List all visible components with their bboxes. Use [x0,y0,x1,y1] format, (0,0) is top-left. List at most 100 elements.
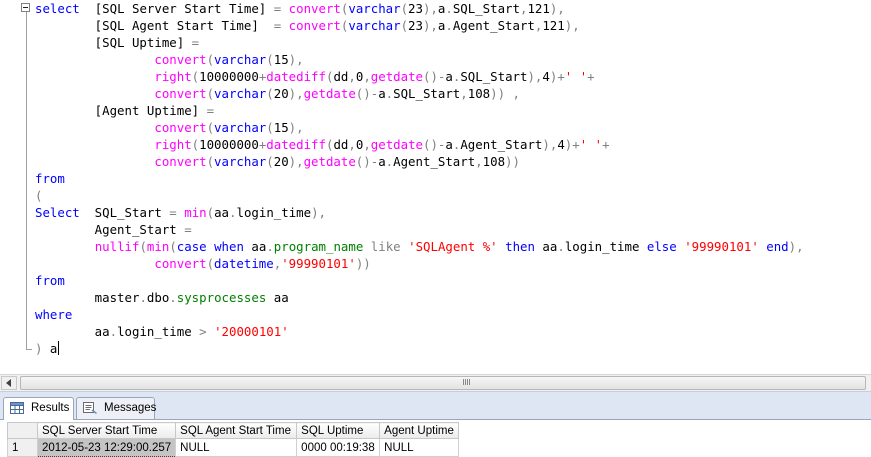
code-token: , [460,86,468,101]
code-token: ( [400,1,409,16]
table-row[interactable]: 1 2012-05-23 12:29:00.257 NULL 0000 00:1… [7,438,460,457]
code-token: . [445,18,453,33]
code-token: )) [355,256,371,271]
column-header-sql-uptime[interactable]: SQL Uptime [296,422,381,439]
code-token: , [348,69,356,84]
code-token: ), [527,69,543,84]
code-token: ), [564,18,580,33]
cell-sql-agent-start-time[interactable]: NULL [175,438,298,457]
row-number-header[interactable] [7,422,38,439]
code-token: , [512,86,520,101]
code-token: sysprocesses [176,290,267,305]
code-token: [SQL Server Start Time] [94,1,274,16]
code-token: ( [400,18,409,33]
scrollbar-grip-icon [463,379,470,385]
code-token: ), [288,120,304,135]
code-line[interactable]: Agent_Start = [35,221,804,238]
code-token: [Agent Uptime] [35,103,207,118]
code-line[interactable]: right(10000000+datediff(dd,0,getdate()-a… [35,136,804,153]
code-token: aa [243,239,267,254]
code-line[interactable]: [SQL Uptime] = [35,34,804,51]
code-token: = [191,35,200,50]
code-line[interactable]: where [35,306,804,323]
results-grid[interactable]: SQL Server Start Time SQL Agent Start Ti… [0,419,871,457]
code-token: convert [288,1,341,16]
code-token: login_time [564,239,647,254]
code-token: ()- [355,86,379,101]
code-line[interactable]: convert(varchar(20),getdate()-a.Agent_St… [35,153,804,170]
code-line[interactable]: Select SQL_Start = min(aa.login_time), [35,204,804,221]
code-token: getdate [303,154,356,169]
code-token: getdate [370,137,423,152]
scrollbar-thumb[interactable] [20,376,866,390]
row-number[interactable]: 1 [7,438,38,457]
code-line[interactable]: ( [35,187,804,204]
messages-icon [83,402,97,414]
code-token: right [154,137,192,152]
column-header-sql-server-start-time[interactable]: SQL Server Start Time [36,422,177,439]
scroll-left-arrow-icon[interactable] [1,376,17,390]
code-line[interactable]: master.dbo.sysprocesses aa [35,289,804,306]
code-line[interactable]: convert(varchar(15), [35,119,804,136]
code-token: ( [206,86,215,101]
grid-icon [10,402,24,414]
results-table: SQL Server Start Time SQL Agent Start Ti… [7,422,460,457]
code-token: SQL_Start [79,205,170,220]
code-token: nullif [94,239,140,254]
code-token: 108 [482,154,506,169]
tab-results[interactable]: Results [3,397,74,420]
code-token: min [184,205,207,220]
code-token: Agent_Start [35,222,185,237]
code-token: varchar [214,120,267,135]
code-token: '20000101' [214,324,289,339]
code-token: [SQL Uptime] [35,35,192,50]
code-line[interactable]: nullif(min(case when aa.program_name lik… [35,238,804,255]
cell-sql-server-start-time[interactable]: 2012-05-23 12:29:00.257 [36,438,177,457]
code-token: ( [35,188,43,203]
code-token: 121 [542,18,565,33]
cell-sql-uptime[interactable]: 0000 00:19:38 [296,438,381,457]
code-token: convert [154,86,207,101]
code-token: where [35,307,73,322]
code-line[interactable]: from [35,170,804,187]
code-line[interactable]: convert(datetime,'99990101')) [35,255,804,272]
code-token: SQL_Start [452,1,520,16]
code-line[interactable]: [SQL Agent Start Time] = convert(varchar… [35,17,804,34]
code-line[interactable]: [Agent Uptime] = [35,102,804,119]
code-token: 10000000 [199,137,259,152]
column-header-sql-agent-start-time[interactable]: SQL Agent Start Time [175,422,298,439]
code-token: . [109,324,118,339]
code-token: varchar [348,1,401,16]
code-token: else [646,239,677,254]
code-line[interactable]: convert(varchar(20),getdate()-a.SQL_Star… [35,85,804,102]
code-lines[interactable]: select [SQL Server Start Time] = convert… [35,0,804,357]
code-line[interactable]: aa.login_time > '20000101' [35,323,804,340]
code-line[interactable]: select [SQL Server Start Time] = convert… [35,0,804,17]
code-token: 20 [273,86,289,101]
code-token: convert [154,120,207,135]
collapse-toggle-icon[interactable] [21,3,30,12]
code-line[interactable]: ) a [35,340,804,357]
code-token: like [370,239,401,254]
code-token: )+ [549,69,565,84]
horizontal-scrollbar[interactable] [0,374,871,391]
code-token: ), [288,154,304,169]
code-token: ), [422,18,438,33]
code-line[interactable]: convert(varchar(15), [35,51,804,68]
code-token: from [35,171,65,186]
code-token: aa [35,324,110,339]
column-header-agent-uptime[interactable]: Agent Uptime [379,422,460,439]
tab-messages[interactable]: Messages [76,397,156,419]
code-token: ), [422,1,438,16]
query-editor[interactable]: select [SQL Server Start Time] = convert… [0,0,871,374]
code-token: right [154,69,192,84]
code-line[interactable]: right(10000000+datediff(dd,0,getdate()-a… [35,68,804,85]
cell-agent-uptime[interactable]: NULL [379,438,460,457]
code-line[interactable]: from [35,272,804,289]
